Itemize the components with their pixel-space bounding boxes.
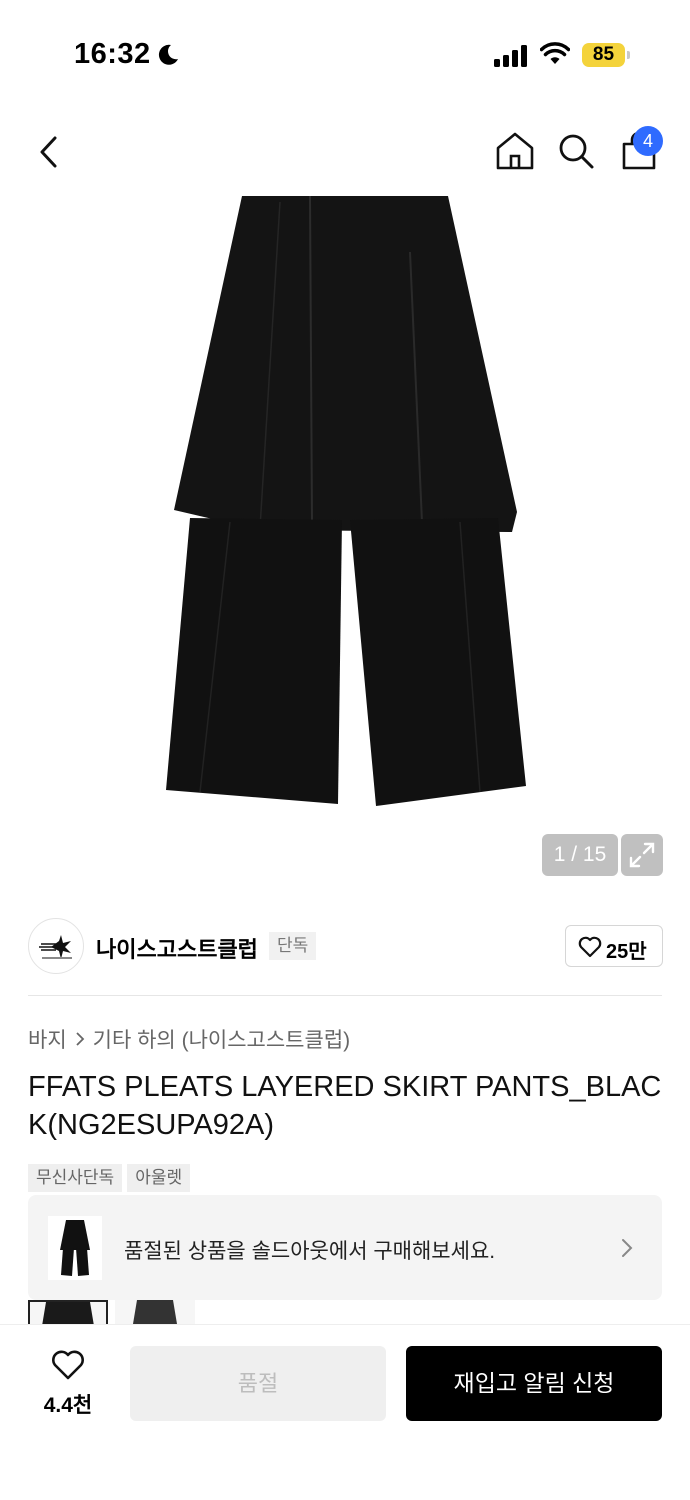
search-icon[interactable] [556, 130, 596, 172]
wifi-icon [540, 42, 570, 64]
moon-icon [158, 44, 178, 65]
banner-thumbnail [48, 1216, 102, 1280]
breadcrumb-category[interactable]: 바지 [28, 1024, 67, 1054]
cellular-signal-icon [494, 45, 527, 67]
brand-name[interactable]: 나이스고스트클럽 [96, 932, 258, 964]
brand-logo[interactable] [28, 918, 84, 974]
product-title: FFATS PLEATS LAYERED SKIRT PANTS_BLACK(N… [28, 1071, 662, 1141]
brand-like-button[interactable]: 25만 [565, 925, 663, 967]
tag-exclusive: 무신사단독 [28, 1164, 123, 1192]
battery-indicator: 85 [582, 43, 630, 67]
product-image[interactable] [160, 192, 530, 812]
back-icon[interactable] [30, 130, 70, 174]
pants-thumbnail-icon [60, 1220, 90, 1276]
thumbnail-strip [28, 1300, 198, 1324]
bottom-action-bar: 4.4천 품절 재입고 알림 신청 [0, 1324, 690, 1500]
chevron-right-icon [76, 1032, 84, 1046]
heart-icon [578, 936, 602, 958]
product-tags: 무신사단독 아울렛 [28, 1164, 191, 1192]
wishlist-count: 4.4천 [43, 1394, 93, 1417]
image-counter: 1 / 15 [542, 834, 618, 876]
exclusive-tag: 단독 [269, 932, 317, 960]
restock-alert-button[interactable]: 재입고 알림 신청 [406, 1346, 662, 1421]
brand-like-count: 25만 [606, 941, 647, 963]
expand-button[interactable] [621, 834, 663, 876]
status-bar: 16:32 85 [0, 0, 690, 110]
breadcrumb-subcategory[interactable]: 기타 하의 (나이스고스트클럽) [93, 1024, 351, 1054]
tag-outlet: 아울렛 [127, 1164, 191, 1192]
thumbnail-1[interactable] [28, 1300, 108, 1324]
cart-count-badge: 4 [633, 126, 663, 156]
heart-icon [52, 1350, 84, 1380]
chevron-right-icon [622, 1239, 633, 1257]
battery-level: 85 [592, 44, 615, 65]
divider [28, 995, 662, 996]
soldout-banner[interactable]: 품절된 상품을 솔드아웃에서 구매해보세요. [28, 1195, 662, 1300]
brand-star-logo-icon [39, 935, 72, 959]
home-icon[interactable] [494, 130, 536, 172]
breadcrumb: 바지 기타 하의 (나이스고스트클럽) [28, 1024, 350, 1054]
thumbnail-2[interactable] [115, 1300, 195, 1324]
soldout-button[interactable]: 품절 [130, 1346, 386, 1421]
expand-icon [629, 842, 655, 868]
wishlist-button[interactable]: 4.4천 [30, 1349, 106, 1419]
status-time: 16:32 [74, 38, 151, 70]
soldout-banner-text: 품절된 상품을 솔드아웃에서 구매해보세요. [124, 1240, 496, 1263]
